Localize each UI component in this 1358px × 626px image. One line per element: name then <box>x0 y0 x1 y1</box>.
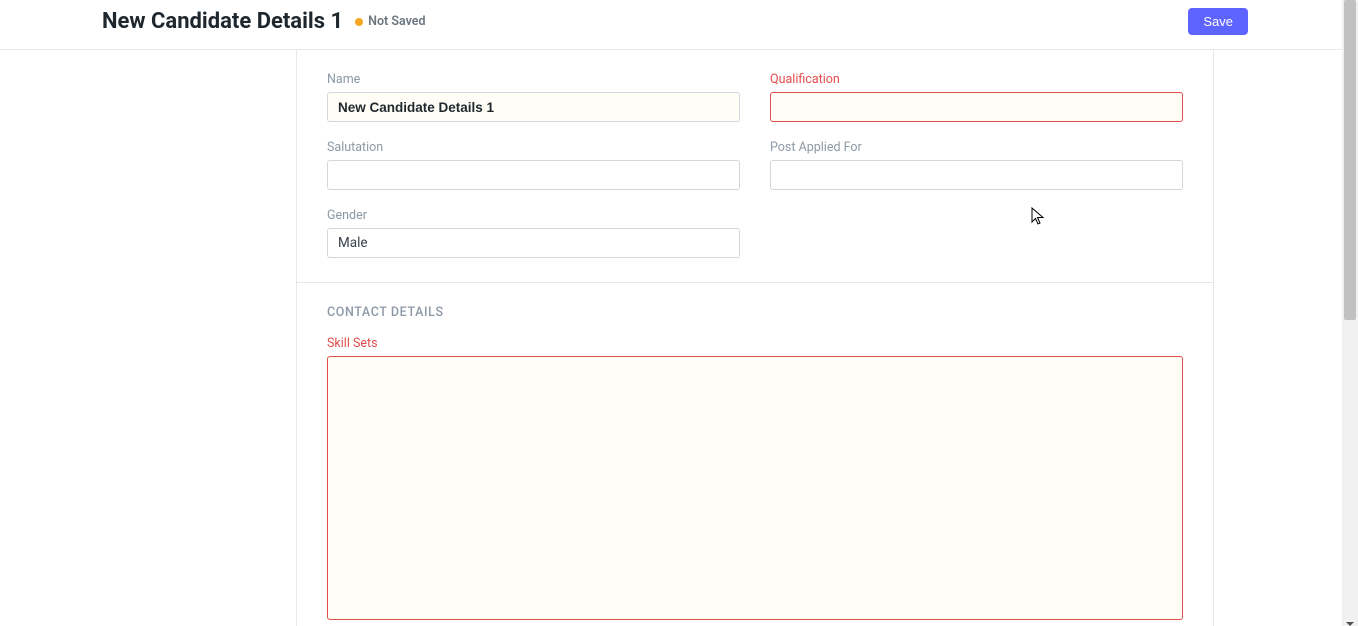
gender-select[interactable]: Male <box>327 228 740 258</box>
label-skill-sets: Skill Sets <box>327 336 1183 351</box>
field-name: Name <box>327 72 740 122</box>
label-gender: Gender <box>327 208 740 223</box>
label-post-applied-for: Post Applied For <box>770 140 1183 155</box>
post-applied-for-input[interactable] <box>770 160 1183 190</box>
qualification-input[interactable] <box>770 92 1183 122</box>
field-skill-sets: Skill Sets <box>327 336 1183 620</box>
save-status: Not Saved <box>355 14 425 29</box>
basic-details-section: Name Salutation Gender Male <box>297 50 1213 282</box>
salutation-input[interactable] <box>327 160 740 190</box>
contact-details-heading: CONTACT DETAILS <box>327 305 1183 320</box>
field-post-applied-for: Post Applied For <box>770 140 1183 190</box>
label-qualification: Qualification <box>770 72 1183 87</box>
status-dot-icon <box>355 18 363 26</box>
label-name: Name <box>327 72 740 87</box>
label-salutation: Salutation <box>327 140 740 155</box>
scrollbar-track[interactable] <box>1342 0 1358 626</box>
skill-sets-textarea[interactable] <box>327 356 1183 620</box>
status-text: Not Saved <box>368 14 425 29</box>
field-qualification: Qualification <box>770 72 1183 122</box>
gender-select-value: Male <box>338 235 368 251</box>
field-gender: Gender Male <box>327 208 740 258</box>
scrollbar-thumb[interactable] <box>1344 0 1356 320</box>
form-panel: Name Salutation Gender Male <box>296 50 1214 626</box>
name-input[interactable] <box>327 92 740 122</box>
field-salutation: Salutation <box>327 140 740 190</box>
header-left: New Candidate Details 1 Not Saved <box>102 9 426 34</box>
page-title: New Candidate Details 1 <box>102 9 343 34</box>
save-button[interactable]: Save <box>1188 8 1248 35</box>
contact-details-section: CONTACT DETAILS Skill Sets <box>297 282 1213 626</box>
scrollbar-down-arrow-icon[interactable] <box>1345 614 1355 624</box>
page-header: New Candidate Details 1 Not Saved Save <box>0 0 1358 50</box>
